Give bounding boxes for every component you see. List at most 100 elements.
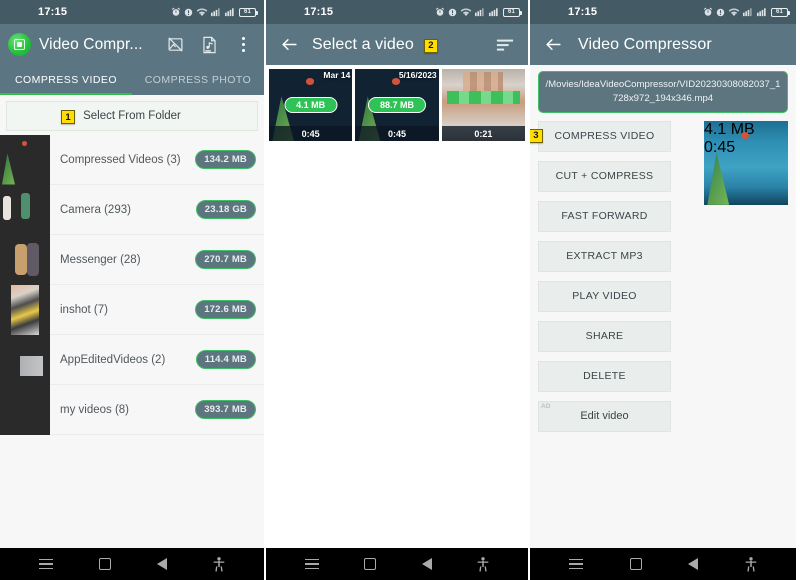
app-bar-2: Select a video 2	[266, 24, 528, 65]
list-item[interactable]: Messenger (28) 270.7 MB	[0, 234, 264, 285]
wifi-icon	[196, 8, 208, 16]
folder-size-badge: 393.7 MB	[195, 400, 256, 419]
signal-icon	[757, 8, 766, 17]
status-icon-group: 61	[435, 0, 522, 24]
menu-button[interactable]	[304, 558, 319, 570]
no-image-icon[interactable]	[162, 32, 188, 58]
list-item[interactable]: my videos (8) 393.7 MB	[0, 384, 264, 435]
home-button[interactable]	[364, 558, 377, 570]
signal-icon	[475, 8, 484, 17]
wifi-icon	[728, 8, 740, 16]
video-duration: 0:45	[269, 126, 353, 141]
video-date: Mar 14	[323, 70, 351, 80]
folder-thumbnail	[0, 135, 50, 185]
battery-level: 61	[243, 9, 252, 15]
status-bar-1: 17:15 61	[0, 0, 264, 24]
signal-icon	[743, 8, 752, 17]
select-from-folder-button[interactable]: 1 Select From Folder	[6, 101, 258, 131]
video-duration: 0:45	[704, 138, 736, 156]
actions-area: 3 COMPRESS VIDEO CUT + COMPRESS FAST FOR…	[530, 112, 796, 548]
battery-level: 61	[507, 9, 516, 15]
folder-name: Messenger (28)	[60, 253, 141, 266]
list-item[interactable]: Compressed Videos (3) 134.2 MB	[0, 135, 264, 185]
menu-button[interactable]	[569, 558, 584, 570]
back-button[interactable]	[688, 558, 699, 570]
video-duration: 0:21	[441, 126, 525, 141]
audio-file-icon[interactable]	[196, 32, 222, 58]
folder-thumbnail	[0, 384, 50, 435]
video-thumbnail-item[interactable]: 0:21	[441, 69, 525, 141]
button-label: FAST FORWARD	[561, 210, 648, 223]
folder-size-badge: 23.18 GB	[195, 200, 256, 219]
status-time: 17:15	[568, 6, 598, 18]
system-nav-bar	[266, 548, 528, 580]
extract-mp3-button[interactable]: EXTRACT MP3	[538, 240, 671, 272]
accessibility-button[interactable]	[745, 556, 757, 572]
status-icon-group: 61	[171, 0, 258, 24]
status-icon-group: 61	[703, 0, 790, 24]
folder-thumbnail	[0, 334, 50, 385]
tab-compress-video[interactable]: COMPRESS VIDEO	[0, 65, 132, 95]
play-video-button[interactable]: PLAY VIDEO	[538, 280, 671, 312]
annotation-badge-1: 1	[61, 110, 75, 124]
compress-video-button[interactable]: 3 COMPRESS VIDEO	[530, 120, 671, 152]
overflow-menu-icon[interactable]	[230, 32, 256, 58]
app-bar-1: Video Compr...	[0, 24, 264, 65]
panel-video-compressor-actions: 17:15 61 Video Compressor /Movies/IdeaVi…	[530, 0, 796, 580]
folder-thumbnail	[0, 284, 50, 335]
screenshot-stage: 17:15 61 Video Compr... COMPRESS VIDEO C…	[0, 0, 800, 580]
back-button[interactable]	[157, 558, 167, 570]
status-time: 17:15	[38, 6, 68, 18]
home-button[interactable]	[99, 558, 111, 570]
video-compressor-logo	[8, 33, 31, 56]
annotation-badge-2: 2	[423, 38, 438, 53]
button-label: DELETE	[583, 370, 626, 383]
video-preview-thumbnail[interactable]: 4.1 MB 0:45	[704, 120, 788, 205]
button-label: CUT + COMPRESS	[555, 170, 654, 183]
system-nav-bar	[0, 548, 264, 580]
delete-button[interactable]: DELETE	[538, 360, 671, 392]
list-item[interactable]: Camera (293) 23.18 GB	[0, 184, 264, 235]
video-thumbnail-item[interactable]: Mar 14 4.1 MB 0:45	[269, 69, 353, 141]
accessibility-button[interactable]	[477, 556, 489, 572]
wifi-icon	[460, 8, 472, 16]
video-size-badge: 88.7 MB	[367, 97, 426, 113]
cut-compress-button[interactable]: CUT + COMPRESS	[538, 160, 671, 192]
folder-size-badge: 172.6 MB	[195, 300, 256, 319]
page-title: Select a video	[312, 35, 414, 53]
share-button[interactable]: SHARE	[538, 320, 671, 352]
folder-name: Camera (293)	[60, 203, 131, 216]
signal-icon	[489, 8, 498, 17]
menu-button[interactable]	[39, 558, 53, 570]
battery-level: 61	[775, 9, 784, 15]
home-button[interactable]	[629, 558, 642, 570]
app-bar-3: Video Compressor	[530, 24, 796, 65]
alarm-icon	[703, 7, 713, 16]
video-grid: Mar 14 4.1 MB 0:45 5/16/2023 88.7 MB 0:4…	[266, 65, 528, 141]
video-size-badge: 4.1 MB	[704, 120, 755, 138]
folder-thumbnail	[0, 234, 50, 285]
video-thumbnail-item[interactable]: 5/16/2023 88.7 MB 0:45	[355, 69, 439, 141]
signal-icon	[225, 8, 234, 17]
accessibility-button[interactable]	[213, 556, 225, 572]
fast-forward-button[interactable]: FAST FORWARD	[538, 200, 671, 232]
dnd-icon	[716, 8, 725, 16]
back-arrow-icon[interactable]	[540, 32, 566, 58]
back-arrow-icon[interactable]	[276, 32, 302, 58]
preview-area: 4.1 MB 0:45	[679, 120, 788, 548]
button-label: PLAY VIDEO	[572, 290, 637, 303]
dnd-icon	[184, 8, 193, 16]
button-label: Edit video	[580, 410, 629, 423]
status-bar-2: 17:15 61	[266, 0, 528, 24]
status-bar-3: 17:15 61	[530, 0, 796, 24]
panel-compress-video-home: 17:15 61 Video Compr... COMPRESS VIDEO C…	[0, 0, 264, 580]
sort-icon[interactable]	[492, 32, 518, 58]
tab-label: COMPRESS VIDEO	[15, 74, 117, 86]
back-button[interactable]	[421, 558, 432, 570]
list-item[interactable]: AppEditedVideos (2) 114.4 MB	[0, 334, 264, 385]
panel-select-a-video: 17:15 61 Select a video 2 Mar 14 4.1 MB …	[264, 0, 530, 580]
tab-compress-photo[interactable]: COMPRESS PHOTO	[132, 65, 264, 95]
status-time: 17:15	[304, 6, 334, 18]
edit-video-ad-button[interactable]: AD Edit video	[538, 400, 671, 432]
list-item[interactable]: inshot (7) 172.6 MB	[0, 284, 264, 335]
